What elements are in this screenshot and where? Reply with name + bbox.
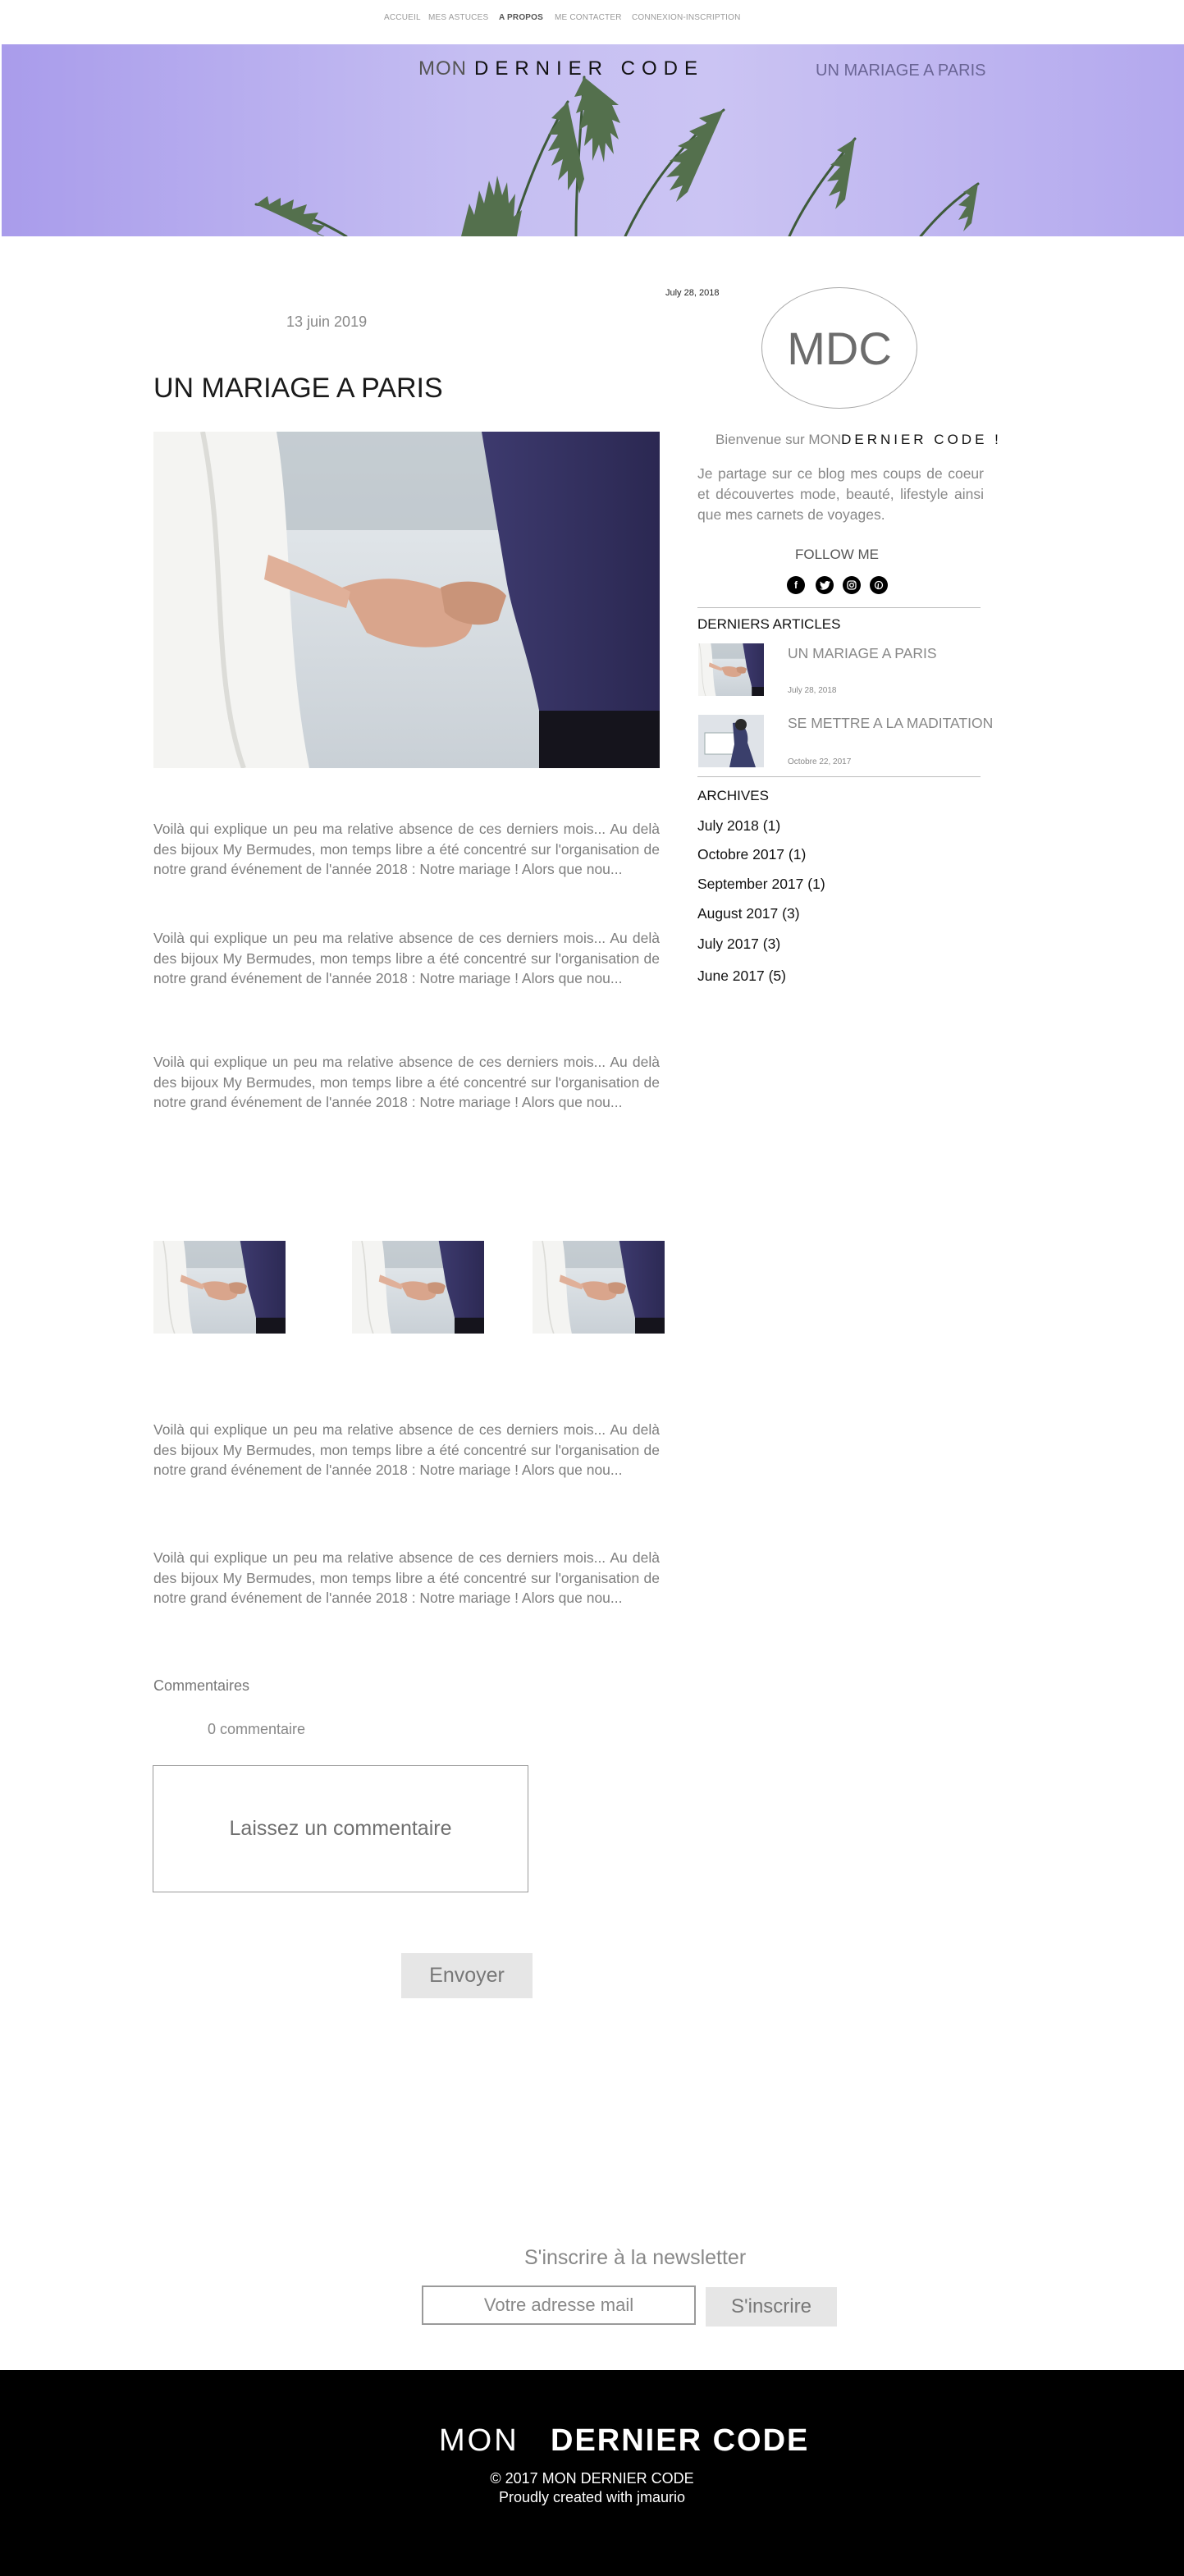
brand-prefix[interactable]: MON [418, 57, 467, 80]
banner-post-title: UN MARIAGE A PARIS [816, 62, 986, 80]
follow-me-heading: FOLLOW ME [795, 547, 880, 562]
gallery-image[interactable] [153, 1241, 286, 1334]
post-paragraph: Voilà qui explique un peu ma relative ab… [153, 930, 660, 986]
latest-articles-heading: DERNIERS ARTICLES [697, 616, 841, 632]
newsletter-email-input[interactable] [422, 2285, 696, 2325]
archives-heading: ARCHIVES [697, 788, 769, 803]
twitter-icon[interactable] [816, 576, 834, 594]
latest-article-title[interactable]: SE METTRE A LA MADITATION [788, 715, 993, 732]
post-hero-image [153, 432, 660, 768]
latest-article-thumbnail[interactable] [698, 715, 764, 767]
comments-count: 0 commentaire [208, 1721, 306, 1737]
gallery-image[interactable] [533, 1241, 665, 1334]
newsletter-title: S'inscrire à la newsletter [524, 2246, 747, 2269]
newsletter-subscribe-button[interactable]: S'inscrire [706, 2287, 837, 2327]
footer-credit: Proudly created with jmaurio [498, 2489, 686, 2505]
pinterest-icon[interactable] [870, 576, 888, 594]
comment-input[interactable]: Laissez un commentaire [153, 1765, 528, 1892]
post-paragraph: Voilà qui explique un peu ma relative ab… [153, 1054, 660, 1110]
latest-article-date: Octobre 22, 2017 [788, 757, 852, 766]
latest-article-date: July 28, 2018 [788, 686, 837, 695]
comments-heading: Commentaires [153, 1677, 250, 1694]
brand-name[interactable]: DERNIER CODE [474, 57, 704, 80]
sidebar-date: July 28, 2018 [665, 288, 720, 298]
welcome-brand: DERNIER CODE ! [841, 432, 1002, 447]
blog-logo: MDC [761, 287, 917, 409]
archive-link[interactable]: July 2017 (3) [697, 936, 780, 953]
archive-link[interactable]: August 2017 (3) [697, 905, 800, 922]
nav-me-contacter[interactable]: ME CONTACTER [555, 13, 622, 22]
nav-mes-astuces[interactable]: MES ASTUCES [428, 13, 488, 22]
nav-a-propos[interactable]: A PROPOS [499, 13, 543, 22]
footer-brand-name: DERNIER CODE [551, 2423, 810, 2458]
post-paragraph: Voilà qui explique un peu ma relative ab… [153, 821, 660, 877]
footer-copyright: © 2017 MON DERNIER CODE [490, 2470, 694, 2487]
post-title: UN MARIAGE A PARIS [153, 373, 443, 404]
archive-link[interactable]: Octobre 2017 (1) [697, 846, 806, 863]
post-date: 13 juin 2019 [286, 313, 368, 330]
welcome-prefix: Bienvenue sur MON [715, 432, 842, 447]
send-comment-button[interactable]: Envoyer [401, 1953, 533, 1998]
post-paragraph: Voilà qui explique un peu ma relative ab… [153, 1549, 660, 1606]
blog-intro: Je partage sur ce blog mes coups de coeu… [697, 465, 984, 523]
latest-article-title[interactable]: UN MARIAGE A PARIS [788, 645, 937, 662]
facebook-icon[interactable]: f [787, 576, 805, 594]
gallery-image[interactable] [352, 1241, 484, 1334]
nav-connexion-inscription[interactable]: CONNEXION-INSCRIPTION [632, 13, 741, 22]
post-paragraph: Voilà qui explique un peu ma relative ab… [153, 1421, 660, 1478]
latest-article-thumbnail[interactable] [698, 643, 764, 696]
top-navigation: ACCUEIL MES ASTUCES A PROPOS ME CONTACTE… [0, 0, 1184, 44]
nav-accueil[interactable]: ACCUEIL [384, 13, 421, 22]
welcome-text: Bienvenue sur MONDERNIER CODE ! [715, 432, 1002, 448]
divider [697, 776, 981, 777]
archive-link[interactable]: September 2017 (1) [697, 876, 825, 893]
instagram-icon[interactable] [843, 576, 861, 594]
footer-brand-prefix: MON [439, 2423, 519, 2458]
divider [697, 607, 981, 608]
archive-link[interactable]: June 2017 (5) [697, 968, 786, 985]
archive-link[interactable]: July 2018 (1) [697, 817, 780, 835]
